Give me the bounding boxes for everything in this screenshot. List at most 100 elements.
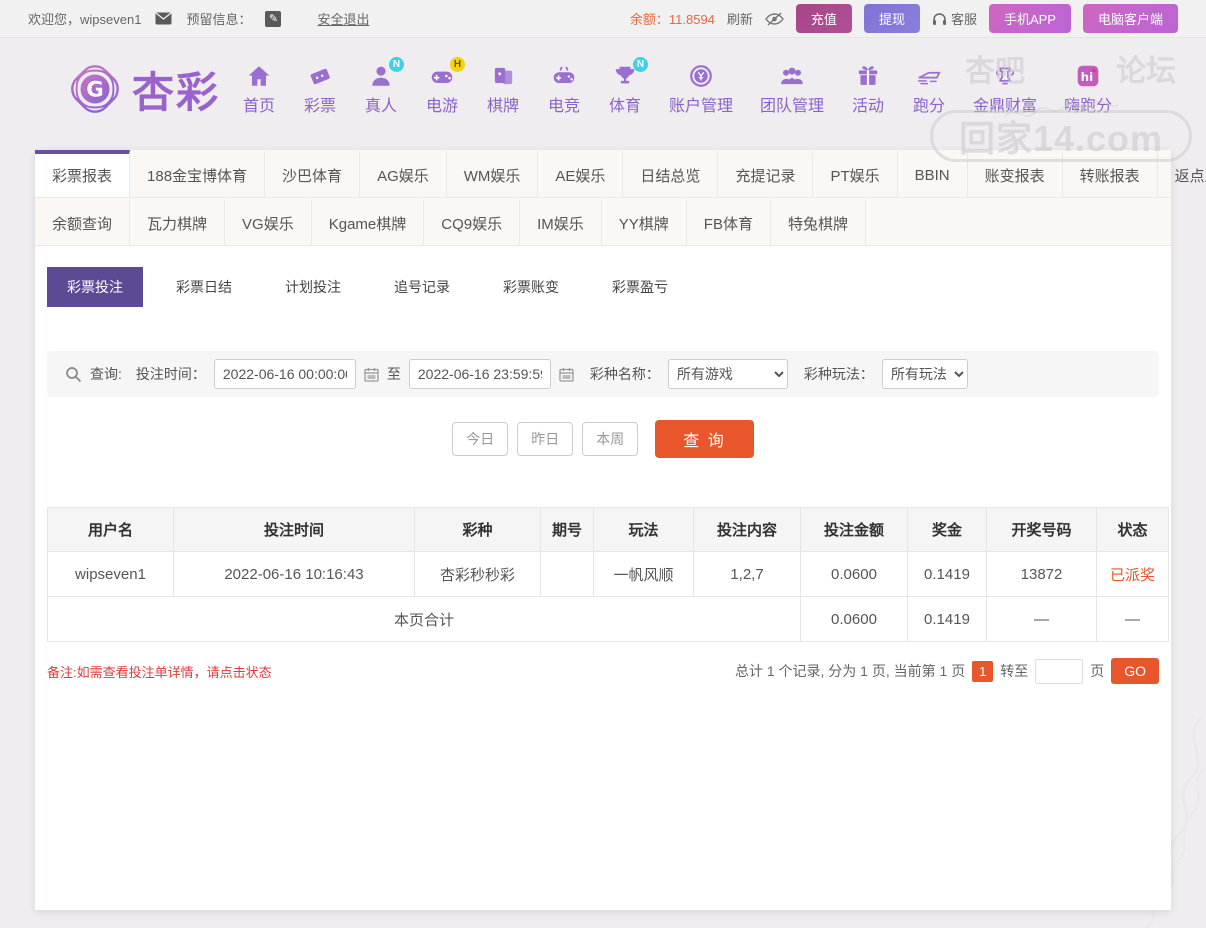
calendar-icon[interactable] bbox=[364, 367, 379, 382]
eye-off-icon[interactable] bbox=[765, 11, 784, 26]
nav-item-home[interactable]: 首页 bbox=[242, 63, 276, 116]
query-bar: 查询: 投注时间： 至 彩种名称： 所有游戏 彩种玩法： 所有玩法 bbox=[47, 351, 1159, 397]
tab-deposit-records[interactable]: 充提记录 bbox=[718, 150, 814, 197]
nav-item-label: 金鼎财富 bbox=[973, 97, 1038, 115]
yesterday-button[interactable]: 昨日 bbox=[517, 422, 574, 456]
tab-daily-summary[interactable]: 日结总览 bbox=[623, 150, 719, 197]
nav-item-hipaofen[interactable]: hi 嗨跑分 bbox=[1064, 63, 1112, 116]
tab-ae[interactable]: AE娱乐 bbox=[538, 150, 624, 197]
calendar-icon[interactable] bbox=[559, 367, 574, 382]
nav-item-label: 电竞 bbox=[548, 97, 581, 115]
mobile-app-button[interactable]: 手机APP bbox=[988, 4, 1071, 33]
tab-row-1: 彩票报表 188金宝博体育 沙巴体育 AG娱乐 WM娱乐 AE娱乐 日结总览 充提记录 PT娱乐… bbox=[35, 150, 1206, 198]
nav-item-label: 电游 bbox=[426, 97, 459, 115]
query-label: 查询: bbox=[90, 366, 122, 382]
nav-item-team[interactable]: 团队管理 bbox=[760, 63, 824, 116]
goto-page-input[interactable] bbox=[1035, 658, 1084, 684]
ticket-icon bbox=[305, 63, 335, 89]
table-row: wipseven1 2022-06-16 10:16:43 杏彩秒秒彩 一帆风顺 1,2… bbox=[47, 551, 1169, 597]
summary-row: 本页合计 0.0600 0.1419— — bbox=[47, 596, 1169, 642]
nav-item-wealth[interactable]: 金鼎财富 bbox=[973, 63, 1037, 116]
status-cell: 已派奖 bbox=[1096, 551, 1169, 597]
to-label: 至 bbox=[386, 366, 401, 382]
recharge-button[interactable]: 充值 bbox=[795, 4, 852, 33]
bet-time-to-input[interactable] bbox=[408, 359, 551, 389]
edit-pencil-icon[interactable]: ✎ bbox=[265, 10, 282, 27]
refresh-link[interactable]: 刷新 bbox=[727, 9, 753, 28]
lottery-name-label: 彩种名称： bbox=[589, 366, 660, 382]
tab-wm[interactable]: WM娱乐 bbox=[447, 150, 539, 197]
logout-link[interactable]: 安全退出 bbox=[317, 9, 369, 28]
tab-wali-chess[interactable]: 瓦力棋牌 bbox=[130, 198, 226, 245]
summary-dash: — bbox=[986, 596, 1097, 642]
nav-item-esports[interactable]: 电竞 bbox=[547, 63, 581, 116]
this-week-button[interactable]: 本周 bbox=[582, 422, 639, 456]
play-type-label: 彩种玩法： bbox=[803, 366, 874, 382]
table-cell: 1,2,7 bbox=[693, 551, 801, 597]
tab-ag[interactable]: AG娱乐 bbox=[360, 150, 447, 197]
tab-account-change[interactable]: 账变报表 bbox=[968, 150, 1063, 197]
play-type-select[interactable]: 所有玩法 bbox=[881, 359, 968, 389]
nav-item-label: 彩票 bbox=[304, 97, 337, 115]
tab-pt[interactable]: PT娱乐 bbox=[813, 150, 898, 197]
subtab-plan-bets[interactable]: 计划投注 bbox=[265, 267, 361, 307]
tab-balance-query[interactable]: 余额查询 bbox=[35, 198, 131, 245]
nav-item-account[interactable]: 账户管理 bbox=[669, 63, 733, 116]
column-header: 玩法 bbox=[593, 507, 694, 552]
speed-icon bbox=[914, 63, 944, 89]
tab-tetu-chess[interactable]: 特兔棋牌 bbox=[771, 198, 866, 245]
withdraw-button[interactable]: 提现 bbox=[863, 4, 920, 33]
pc-client-button[interactable]: 电脑客户端 bbox=[1082, 4, 1178, 33]
team-icon bbox=[777, 63, 807, 89]
nav-item-live[interactable]: N 真人 bbox=[364, 56, 405, 116]
subtab-chase-records[interactable]: 追号记录 bbox=[374, 267, 470, 307]
current-page-button[interactable]: 1 bbox=[972, 660, 994, 682]
tab-row-2: 余额查询 瓦力棋牌 VG娱乐 Kgame棋牌 CQ9娱乐 IM娱乐 YY棋牌 FB体育 特兔棋牌 bbox=[35, 198, 1171, 246]
brand[interactable]: G 杏彩 bbox=[66, 59, 220, 120]
nav-item-label: 团队管理 bbox=[760, 97, 825, 115]
tab-transfer-report[interactable]: 转账报表 bbox=[1063, 150, 1158, 197]
pagination: 总计 1 个记录, 分为 1 页, 当前第 1 页 1 转至 页 GO bbox=[735, 658, 1159, 684]
tab-188-sports[interactable]: 188金宝博体育 bbox=[130, 150, 266, 197]
tab-fb-sports[interactable]: FB体育 bbox=[687, 198, 771, 245]
tab-rebate-total[interactable]: 返点总额 bbox=[1158, 150, 1206, 197]
tab-cq9[interactable]: CQ9娱乐 bbox=[424, 198, 521, 245]
bet-time-from-input[interactable] bbox=[213, 359, 356, 389]
nav-item-paofen[interactable]: 跑分 bbox=[912, 63, 946, 116]
nav-item-egame[interactable]: H 电游 bbox=[425, 56, 466, 116]
table-cell: 0.1419 bbox=[907, 551, 987, 597]
tab-vg[interactable]: VG娱乐 bbox=[225, 198, 312, 245]
envelope-icon[interactable] bbox=[155, 12, 172, 25]
column-header: 投注内容 bbox=[693, 507, 801, 552]
nav-item-label: 跑分 bbox=[913, 97, 946, 115]
service-link[interactable]: 客服 bbox=[932, 9, 977, 28]
subtab-lottery-daily[interactable]: 彩票日结 bbox=[156, 267, 252, 307]
column-header: 投注时间 bbox=[173, 507, 415, 552]
nav-item-activity[interactable]: 活动 bbox=[851, 63, 885, 116]
tab-im[interactable]: IM娱乐 bbox=[520, 198, 602, 245]
search-button[interactable]: 查 询 bbox=[655, 420, 754, 458]
tab-bbin[interactable]: BBIN bbox=[898, 150, 968, 197]
tab-shaba-sports[interactable]: 沙巴体育 bbox=[265, 150, 361, 197]
topbar: 欢迎您，wipseven1 预留信息： ✎ 安全退出 余额：11.8594 刷新… bbox=[0, 0, 1206, 38]
tab-lottery-report[interactable]: 彩票报表 bbox=[35, 150, 131, 197]
message-label: 预留信息： bbox=[186, 12, 252, 27]
lottery-name-select[interactable]: 所有游戏 bbox=[667, 359, 788, 389]
subtab-lottery-account-change[interactable]: 彩票账变 bbox=[483, 267, 579, 307]
tab-yy-chess[interactable]: YY棋牌 bbox=[602, 198, 687, 245]
brand-name: 杏彩 bbox=[132, 67, 221, 117]
badge-h: H bbox=[450, 56, 466, 72]
status-link[interactable]: 已派奖 bbox=[1110, 567, 1155, 584]
nav-item-sports[interactable]: N 体育 bbox=[608, 56, 649, 116]
subtab-lottery-bets[interactable]: 彩票投注 bbox=[47, 267, 143, 307]
subtab-lottery-pnl[interactable]: 彩票盈亏 bbox=[592, 267, 688, 307]
tab-kgame[interactable]: Kgame棋牌 bbox=[312, 198, 425, 245]
table-cell bbox=[540, 551, 594, 597]
nav-item-lottery[interactable]: 彩票 bbox=[303, 63, 337, 116]
subtab-row: 彩票投注 彩票日结 计划投注 追号记录 彩票账变 彩票盈亏 bbox=[35, 246, 1171, 307]
nav-item-chess[interactable]: 棋牌 bbox=[486, 63, 520, 116]
bet-report-table: 用户名 投注时间 彩种 期号 玩法 投注内容 投注金额 奖金 开奖号码 状态 wipseven1 2… bbox=[47, 507, 1169, 642]
live-person-icon: N bbox=[366, 56, 405, 89]
go-button[interactable]: GO bbox=[1111, 658, 1159, 684]
today-button[interactable]: 今日 bbox=[452, 422, 509, 456]
